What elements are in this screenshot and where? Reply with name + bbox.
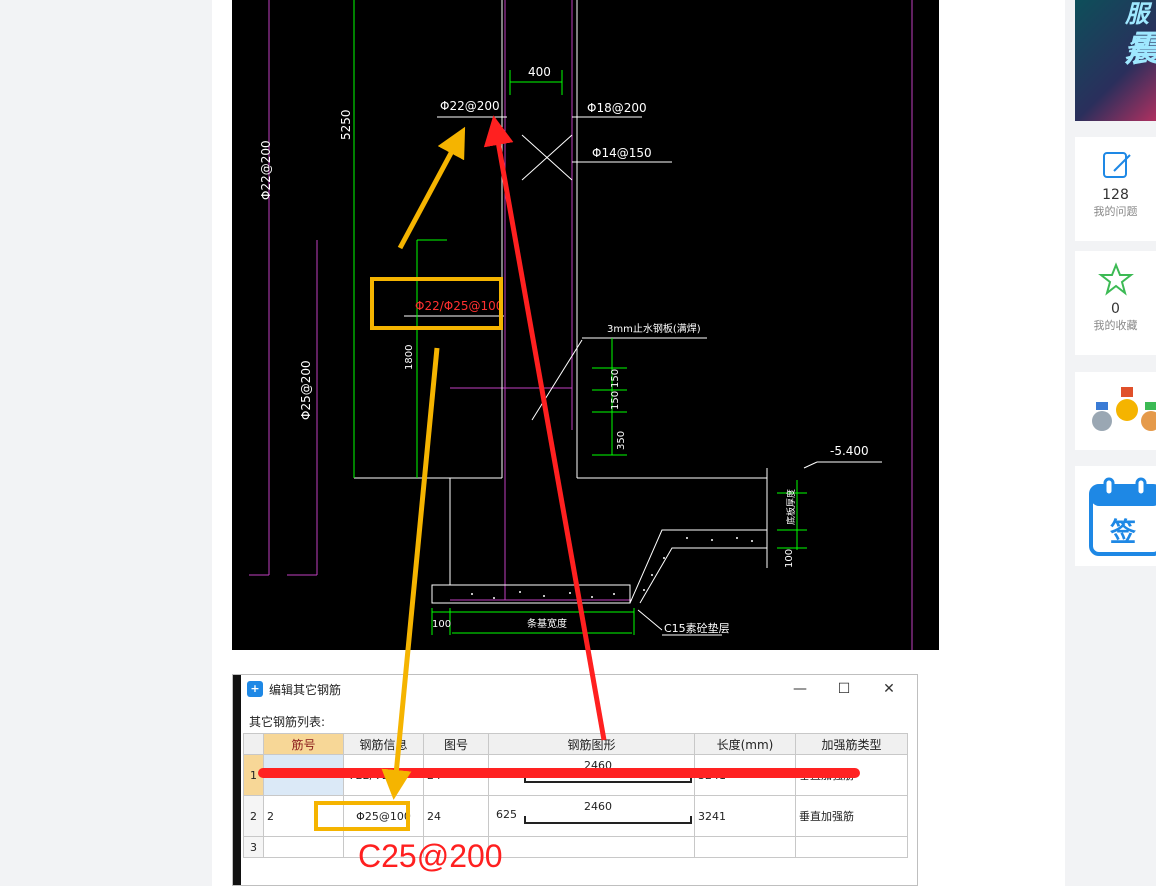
- cell-rebar-shape[interactable]: [488, 836, 695, 858]
- label-waterstop: 3mm止水钢板(满焊): [607, 322, 701, 335]
- cad-drawing-image: 400 Φ22@200 Φ18@200 Φ14@150 3mm止水钢板(满焊) …: [232, 0, 939, 650]
- highlight-box-table: [314, 801, 410, 831]
- dim-350: 350: [616, 431, 627, 450]
- corner-cell: [243, 733, 264, 755]
- signin-card[interactable]: 签: [1075, 466, 1156, 566]
- maximize-button[interactable]: ☐: [832, 679, 856, 699]
- questions-label: 我的问题: [1093, 205, 1138, 218]
- col-header-length[interactable]: 长度(mm): [694, 733, 796, 755]
- minimize-button[interactable]: —: [788, 679, 812, 699]
- dim-150a: 150: [610, 369, 621, 388]
- label-r18: Φ18@200: [587, 101, 647, 115]
- cell-length[interactable]: 3241: [694, 795, 796, 837]
- highlight-box-drawing: [370, 277, 503, 330]
- col-header-figure-no[interactable]: 图号: [423, 733, 489, 755]
- shape-mid-value: 2460: [584, 800, 612, 813]
- shape-bar: [524, 816, 692, 824]
- col-header-rebar-shape[interactable]: 钢筋图形: [488, 733, 695, 755]
- table-header-row: 筋号 钢筋信息 图号 钢筋图形 长度(mm) 加强筋类型: [243, 733, 908, 755]
- dim-100a: 100: [432, 619, 451, 630]
- col-header-rebar-info[interactable]: 钢筋信息: [343, 733, 424, 755]
- label-level: -5.400: [830, 444, 869, 458]
- shape-left-value: 625: [496, 808, 517, 821]
- rebar-list-label: 其它钢筋列表:: [249, 715, 326, 729]
- dim-100b: 100: [784, 549, 795, 568]
- promo-banner[interactable]: 服务 震: [1075, 0, 1156, 121]
- star-icon: [1097, 262, 1134, 296]
- col-header-rebar-type[interactable]: 加强筋类型: [795, 733, 908, 755]
- cell-length[interactable]: [694, 836, 796, 858]
- my-questions-card[interactable]: 128 我的问题: [1075, 137, 1156, 241]
- rebar-shape: 625 2460: [492, 797, 692, 836]
- dim-5250: 5250: [339, 109, 353, 140]
- label-top: Φ22@200: [440, 99, 500, 113]
- cell-rebar-type[interactable]: [795, 836, 908, 858]
- label-left25: Φ25@200: [299, 360, 313, 420]
- dim-1800: 1800: [404, 345, 415, 370]
- medal-icon: [1092, 387, 1156, 431]
- cad-drawing-svg: 400 Φ22@200 Φ18@200 Φ14@150 3mm止水钢板(满焊) …: [249, 0, 913, 650]
- dim-400: 400: [528, 65, 551, 79]
- favorites-count: 0: [1111, 301, 1120, 317]
- edit-other-rebar-dialog: + 编辑其它钢筋 — ☐ ✕ 其它钢筋列表: 筋号 钢筋信息 图号 钢筋图形 长…: [232, 674, 918, 886]
- strike-line: [258, 768, 860, 778]
- rebar-table: 筋号 钢筋信息 图号 钢筋图形 长度(mm) 加强筋类型 1 Φ22/Φ25 2…: [243, 733, 908, 858]
- favorites-label: 我的收藏: [1093, 319, 1138, 332]
- label-bottom: 条基宽度: [527, 617, 567, 630]
- annotation-text: C25@200: [358, 838, 503, 874]
- cell-rebar-type[interactable]: 垂直加强筋: [795, 795, 908, 837]
- row-number[interactable]: 3: [243, 836, 264, 858]
- col-header-bar-no[interactable]: 筋号: [263, 733, 344, 755]
- calendar-icon: 签: [1089, 477, 1156, 556]
- right-sidebar: 服务 震 128 我的问题 0 我的收藏 签: [1075, 0, 1156, 886]
- dim-150b: 150: [610, 391, 621, 410]
- signin-label: 签: [1110, 517, 1137, 548]
- cell-figure-no[interactable]: 24: [423, 795, 489, 837]
- table-row[interactable]: 3: [243, 836, 908, 858]
- medals-card[interactable]: [1075, 372, 1156, 450]
- dialog-left-strip: [233, 675, 241, 885]
- banner-text-2: 震: [1125, 20, 1156, 72]
- cell-rebar-shape[interactable]: 625 2460: [488, 795, 695, 837]
- label-left22: Φ22@200: [259, 140, 273, 200]
- close-button[interactable]: ✕: [877, 679, 901, 699]
- edit-icon: [1102, 152, 1131, 178]
- questions-count: 128: [1102, 187, 1129, 203]
- dialog-title: 编辑其它钢筋: [269, 683, 342, 697]
- label-c15: C15素砼垫层: [664, 621, 730, 635]
- label-r14: Φ14@150: [592, 146, 652, 160]
- my-favorites-card[interactable]: 0 我的收藏: [1075, 251, 1156, 355]
- cell-bar-no[interactable]: [263, 836, 344, 858]
- row-number[interactable]: 2: [243, 795, 264, 837]
- label-side: 底板厚度: [785, 489, 797, 525]
- app-logo-icon: +: [247, 681, 263, 697]
